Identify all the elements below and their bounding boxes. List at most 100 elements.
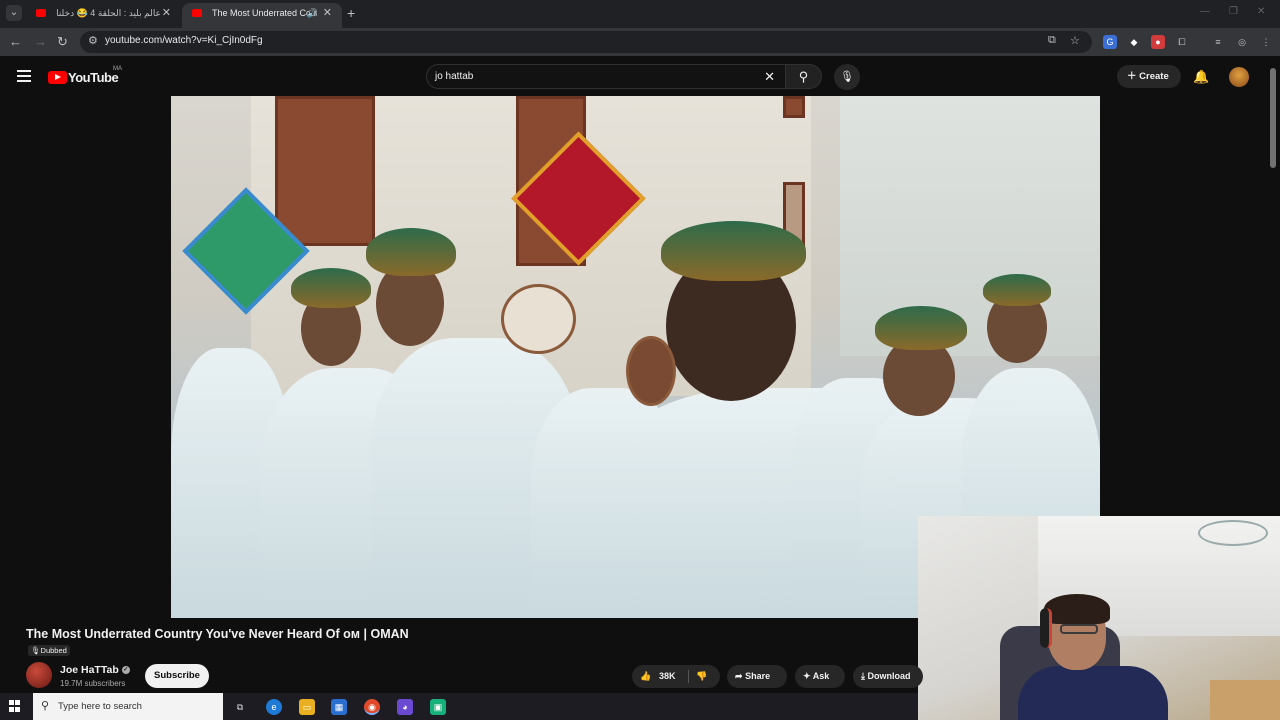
dubbed-label: Dubbed [40,646,67,655]
like-dislike-group: 👍 38K 👎 [632,665,720,688]
sparkle-icon: ✦ [803,671,811,681]
turban [366,228,456,276]
download-button[interactable]: ⤓ Download [853,665,923,688]
youtube-header: YouTube MA jo hattab ✕ ⚲ 🎙 ＋ Create 🔔 [0,56,1280,96]
url-text: youtube.com/watch?v=Ki_CjIn0dFg [105,35,263,46]
turban [875,306,967,350]
drum [501,284,576,354]
page-scrollbar[interactable] [1270,68,1276,168]
search-icon: ⚲ [41,700,50,712]
search-query: jo hattab [435,71,474,82]
extension-diamond-icon[interactable]: ◆ [1127,35,1141,49]
discord-icon[interactable]: ◕ [397,699,413,715]
wooden-window [783,96,805,118]
taskbar-search-input[interactable]: ⚲ Type here to search [33,693,223,720]
shirt [1018,666,1168,720]
hair [1044,594,1110,624]
browser-tabstrip: ⌄ عالم بليد : الحلقة 4 😂 دخلنا عرفنا ✕ T… [0,0,1280,28]
turban [983,274,1051,306]
browser-tab[interactable]: عالم بليد : الحلقة 4 😂 دخلنا عرفنا ✕ [26,3,181,28]
video-title: The Most Underrated Country You've Never… [26,627,409,641]
youtube-logo[interactable]: YouTube MA [48,66,122,87]
ceiling-lamp [1198,520,1268,546]
taskbar-search-placeholder: Type here to search [58,701,142,712]
like-divider [688,670,689,683]
back-icon[interactable]: ← [9,34,22,50]
like-icon[interactable]: 👍 [640,665,651,688]
webcam-overlay [918,516,1280,720]
profile-icon[interactable]: ◎ [1235,35,1249,49]
install-app-icon[interactable]: ⧉ [1048,34,1056,47]
maximize-icon[interactable]: ❐ [1229,6,1238,17]
wooden-shelf [1210,680,1280,720]
bookmark-star-icon[interactable]: ☆ [1070,34,1080,47]
file-explorer-icon[interactable]: ▭ [299,699,315,715]
browser-tab-active[interactable]: The Most Underrated Country 🔊 ✕ [182,3,342,28]
tab-title: عالم بليد : الحلقة 4 😂 دخلنا عرفنا [56,8,161,18]
turban [291,268,371,308]
channel-name-text: Joe HaTTab [60,664,119,676]
extension-record-icon[interactable]: ● [1151,35,1165,49]
share-button[interactable]: ➦ Share [727,665,787,688]
ask-label: Ask [812,671,830,681]
account-avatar[interactable] [1229,67,1249,87]
dislike-icon[interactable]: 👎 [696,665,707,688]
menu-icon[interactable] [17,70,31,82]
subscriber-count: 19.7M subscribers [60,679,126,688]
dubbed-badge: 🎙Dubbed [28,645,70,656]
translate-extension-icon[interactable]: G [1103,35,1117,49]
download-label: Download [867,671,911,681]
like-count[interactable]: 38K [659,665,676,688]
channel-avatar[interactable] [26,662,52,688]
channel-name[interactable]: Joe HaTTab ✓ [60,664,130,676]
site-info-icon[interactable]: ⚙ [88,34,98,47]
create-button[interactable]: ＋ Create [1117,65,1181,88]
chrome-icon[interactable]: ◉ [364,699,380,715]
share-label: Share [745,671,771,681]
audio-track-icon: 🎙 [31,646,41,655]
headset [1040,608,1052,648]
youtube-favicon-icon [192,9,202,17]
youtube-play-icon [48,71,67,85]
tab-close-icon[interactable]: ✕ [323,3,332,24]
search-icon: ⚲ [798,69,809,84]
minimize-icon[interactable]: — [1200,6,1210,17]
youtube-favicon-icon [36,9,46,17]
notifications-bell-icon[interactable]: 🔔 [1193,69,1209,85]
turban [661,221,806,281]
share-icon: ➦ [735,671,743,681]
reload-icon[interactable]: ↻ [57,34,68,50]
audio-playing-icon[interactable]: 🔊 [307,3,318,24]
edge-browser-icon[interactable]: e [266,699,282,715]
ask-button[interactable]: ✦ Ask [795,665,845,688]
windows-start-icon[interactable] [9,700,21,712]
browser-toolbar: ← → ↻ ⚙ youtube.com/watch?v=Ki_CjIn0dFg … [0,28,1280,56]
new-tab-button[interactable]: + [347,5,355,21]
browser-menu-icon[interactable]: ⋮ [1259,35,1273,49]
tab-close-icon[interactable]: ✕ [162,3,171,24]
voice-search-button[interactable]: 🎙 [834,64,860,90]
tab-search-button[interactable]: ⌄ [6,5,22,21]
forward-icon[interactable]: → [34,34,47,50]
clear-search-icon[interactable]: ✕ [764,69,775,85]
glasses [1060,624,1098,634]
search-button[interactable]: ⚲ [786,64,822,89]
microsoft-store-icon[interactable]: ▦ [331,699,347,715]
close-window-icon[interactable]: ✕ [1257,6,1265,17]
microphone-icon: 🎙 [840,71,854,83]
task-view-icon[interactable]: ⧉ [232,699,248,715]
subscribe-button[interactable]: Subscribe [145,664,209,688]
youtube-wordmark: YouTube [68,70,119,86]
download-icon: ⤓ [861,671,865,681]
media-controls-icon[interactable]: ≡ [1211,35,1225,49]
windows-taskbar: ⚲ Type here to search ⧉ e ▭ ▦ ◉ ◕ ▣ [0,693,918,720]
verified-badge-icon: ✓ [121,666,130,675]
drum [626,336,676,406]
plus-icon: ＋ [1127,71,1137,82]
app-icon[interactable]: ▣ [430,699,446,715]
extensions-puzzle-icon[interactable]: ⧠ [1175,35,1189,49]
wooden-window [275,96,375,246]
address-bar[interactable]: ⚙ youtube.com/watch?v=Ki_CjIn0dFg ⧉ ☆ [80,31,1092,53]
create-label: Create [1139,71,1169,82]
search-input[interactable]: jo hattab ✕ [426,64,786,89]
